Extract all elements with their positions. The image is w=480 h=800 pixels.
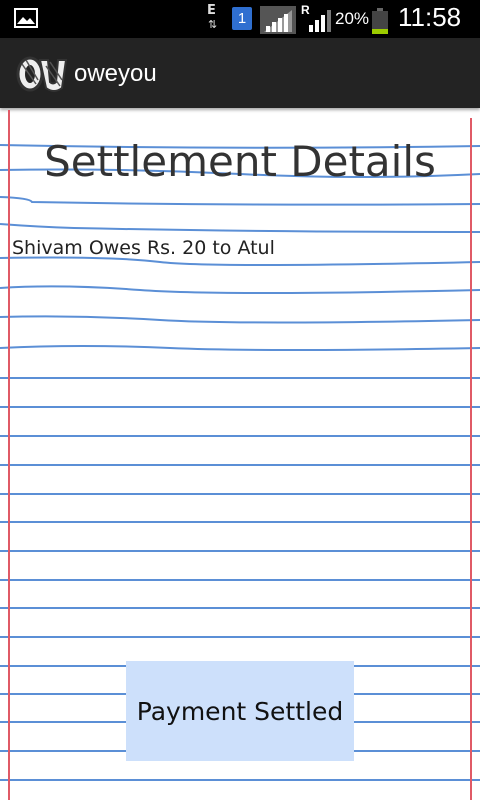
page-title: Settlement Details [44,137,436,186]
clock: 11:58 [398,2,462,32]
action-bar: oweyou [0,38,480,108]
gallery-icon [14,8,38,28]
settlement-summary: Shivam Owes Rs. 20 to Atul [12,237,275,259]
signal-strength-icon [309,10,331,32]
data-arrows-icon: ⇅ [208,18,218,31]
app-name: oweyou [74,60,157,87]
sim-icon: 1 [232,7,252,30]
signal-icon [260,6,296,34]
app-logo-icon[interactable] [16,52,68,96]
status-bar: E ⇅ 1 R 20% 11:58 [0,0,480,38]
network-type-label: E [207,3,216,18]
battery-percent: 20% [335,9,370,28]
battery-icon [372,8,388,34]
payment-settled-button[interactable]: Payment Settled [126,661,354,761]
